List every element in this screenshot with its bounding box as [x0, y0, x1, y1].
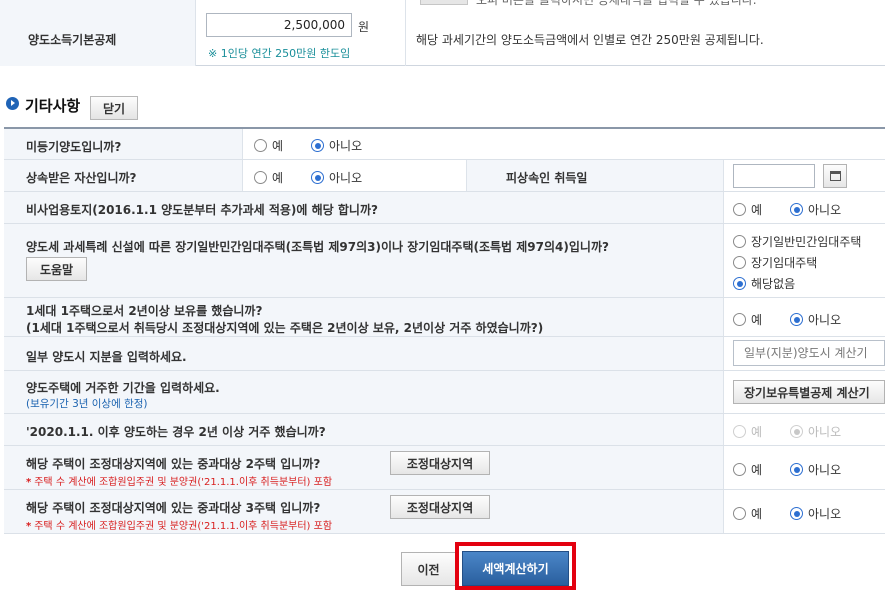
table-row: 일부 양도시 지분을 입력하세요. 일부(지분)양도시 계산기: [4, 337, 885, 371]
three-houses-yes-radio[interactable]: 예: [733, 505, 762, 522]
table-row: 해당 주택이 조정대상지역에 있는 중과대상 3주택 입니까? 조정대상지역 *…: [4, 490, 885, 534]
after-2020-yes-radio: 예: [733, 423, 762, 440]
long-term-general-rental-radio[interactable]: 장기일반민간임대주택: [733, 233, 861, 250]
non-business-land-yes-radio[interactable]: 예: [733, 201, 762, 218]
adjustment-area-button-2[interactable]: 조정대상지역: [390, 451, 490, 475]
cut-off-text: 오피 버튼을 클릭하시면 공제내역을 입력할 수 있습니다.: [476, 0, 757, 7]
basic-deduction-amount-input[interactable]: [206, 13, 352, 37]
table-row: 양도주택에 거주한 기간을 입력하세요. (보유기간 3년 이상에 한정) 장기…: [4, 371, 885, 414]
three-houses-note: * 주택 수 계산에 조합원입주권 및 분양권('21.1.1.이후 취득분부터)…: [26, 521, 333, 532]
cut-off-button[interactable]: [420, 0, 468, 5]
adjustment-area-button-3[interactable]: 조정대상지역: [390, 495, 490, 519]
basic-deduction-label: 양도소득기본공제: [28, 33, 117, 47]
non-business-land-no-radio[interactable]: 아니오: [790, 201, 841, 218]
long-term-rental-radio[interactable]: 장기임대주택: [733, 254, 817, 271]
basic-deduction-row: 오피 버튼을 클릭하시면 공제내역을 입력할 수 있습니다. 양도소득기본공제 …: [0, 0, 885, 66]
partial-transfer-calculator-button[interactable]: 일부(지분)양도시 계산기: [733, 340, 885, 366]
table-row: '2020.1.1. 이후 양도하는 경우 2년 이상 거주 했습니까? 예 아…: [4, 414, 885, 446]
one-house-no-radio[interactable]: 아니오: [790, 311, 841, 328]
section-title: 기타사항: [25, 97, 81, 115]
inherited-question: 상속받은 자산입니까?: [26, 171, 137, 185]
previous-button[interactable]: 이전: [401, 552, 456, 586]
table-row: 양도세 과세특례 신설에 따른 장기일반민간임대주택(조특법 제97의3)이나 …: [4, 224, 885, 298]
table-row: 비사업용토지(2016.1.1 양도분부터 추가과세 적용)에 해당 합니까? …: [4, 192, 885, 224]
two-houses-question: 해당 주택이 조정대상지역에 있는 중과대상 2주택 입니까?: [26, 457, 321, 471]
one-house-question-detail: (1세대 1주택으로서 취득당시 조정대상지역에 있는 주택은 2년이상 보유,…: [26, 321, 544, 335]
inherited-no-radio[interactable]: 아니오: [311, 169, 362, 186]
deduction-limit-note: ※ 1인당 연간 250만원 한도임: [208, 47, 351, 60]
section-bullet-icon: [6, 97, 19, 110]
table-row: 미등기양도입니까? 예 아니오: [4, 129, 885, 160]
basic-deduction-label-cell: 양도소득기본공제: [0, 0, 196, 66]
non-business-land-question: 비사업용토지(2016.1.1 양도분부터 추가과세 적용)에 해당 합니까?: [26, 203, 378, 217]
after-2020-question: '2020.1.1. 이후 양도하는 경우 2년 이상 거주 했습니까?: [26, 425, 326, 439]
other-matters-table: 미등기양도입니까? 예 아니오 상속받은 자산입니까? 예 아니오 피상속인 취…: [4, 127, 885, 534]
currency-unit: 원: [358, 20, 370, 34]
table-row: 상속받은 자산입니까? 예 아니오 피상속인 취득일: [4, 160, 885, 192]
three-houses-question: 해당 주택이 조정대상지역에 있는 중과대상 3주택 입니까?: [26, 501, 321, 515]
table-row: 해당 주택이 조정대상지역에 있는 중과대상 2주택 입니까? 조정대상지역 *…: [4, 446, 885, 490]
two-houses-note: * 주택 수 계산에 조합원입주권 및 분양권('21.1.1.이후 취득분부터)…: [26, 477, 333, 488]
three-houses-no-radio[interactable]: 아니오: [790, 505, 841, 522]
calculate-tax-button[interactable]: 세액계산하기: [462, 551, 569, 586]
two-houses-no-radio[interactable]: 아니오: [790, 461, 841, 478]
unregistered-yes-radio[interactable]: 예: [254, 137, 283, 154]
help-button[interactable]: 도움말: [26, 257, 87, 281]
basic-deduction-description: 해당 과세기간의 양도소득금액에서 인별로 연간 250만원 공제됩니다.: [416, 33, 764, 47]
close-section-button[interactable]: 닫기: [90, 96, 138, 120]
two-houses-yes-radio[interactable]: 예: [733, 461, 762, 478]
residence-period-question: 양도주택에 거주한 기간을 입력하세요.: [26, 381, 220, 395]
inherited-yes-radio[interactable]: 예: [254, 169, 283, 186]
basic-deduction-input-cell: 원 ※ 1인당 연간 250만원 한도임: [196, 0, 406, 66]
long-term-rental-question: 양도세 과세특례 신설에 따른 장기일반민간임대주택(조특법 제97의3)이나 …: [26, 240, 609, 254]
long-term-holding-calculator-button[interactable]: 장기보유특별공제 계산기: [733, 380, 885, 404]
one-house-question: 1세대 1주택으로서 2년이상 보유를 했습니까?: [26, 304, 263, 318]
calendar-button[interactable]: [823, 164, 847, 188]
not-applicable-radio[interactable]: 해당없음: [733, 275, 795, 292]
decedent-acquisition-date-label: 피상속인 취득일: [506, 171, 588, 185]
partial-transfer-question: 일부 양도시 지분을 입력하세요.: [26, 350, 187, 364]
decedent-acquisition-date-input[interactable]: [733, 164, 815, 188]
one-house-yes-radio[interactable]: 예: [733, 311, 762, 328]
residence-period-note: (보유기간 3년 이상에 한정): [26, 398, 148, 410]
table-row: 1세대 1주택으로서 2년이상 보유를 했습니까? (1세대 1주택으로서 취득…: [4, 298, 885, 337]
calendar-icon: [830, 171, 841, 181]
unregistered-no-radio[interactable]: 아니오: [311, 137, 362, 154]
unregistered-question: 미등기양도입니까?: [26, 140, 122, 154]
after-2020-no-radio: 아니오: [790, 423, 841, 440]
